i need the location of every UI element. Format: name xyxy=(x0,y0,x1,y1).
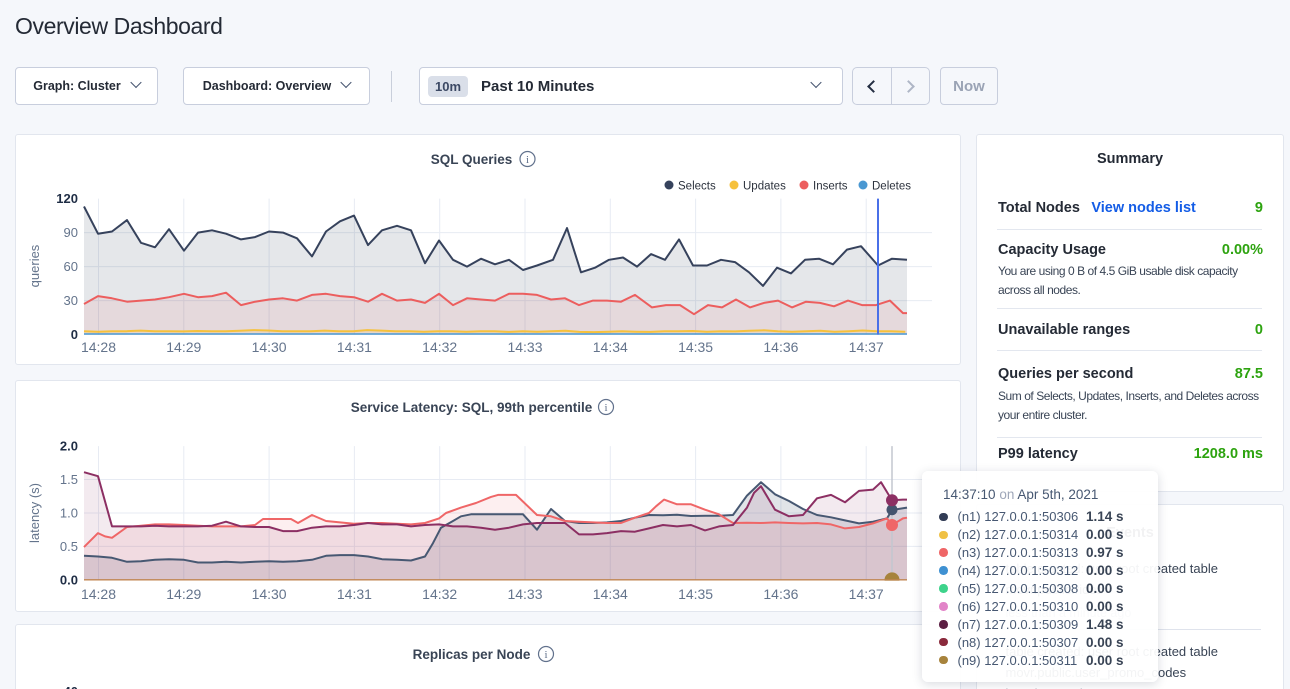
svg-text:60: 60 xyxy=(64,259,78,274)
svg-text:40: 40 xyxy=(64,684,78,689)
svg-text:i: i xyxy=(544,649,547,661)
svg-text:i: i xyxy=(526,154,529,166)
svg-text:14:31: 14:31 xyxy=(337,339,372,355)
svg-text:Replicas per Node: Replicas per Node xyxy=(413,647,531,662)
svg-text:Inserts: Inserts xyxy=(813,181,848,193)
svg-text:Selects: Selects xyxy=(678,181,716,193)
svg-text:0.5: 0.5 xyxy=(60,539,78,554)
svg-text:14:36: 14:36 xyxy=(763,586,798,602)
svg-text:14:36: 14:36 xyxy=(763,339,798,355)
svg-text:SQL Queries: SQL Queries xyxy=(431,152,513,167)
svg-text:queries: queries xyxy=(27,244,42,287)
svg-text:1.0: 1.0 xyxy=(60,506,78,521)
svg-text:14:31: 14:31 xyxy=(337,586,372,602)
svg-text:90: 90 xyxy=(64,225,78,240)
svg-text:14:32: 14:32 xyxy=(422,586,457,602)
svg-text:2.0: 2.0 xyxy=(60,439,78,454)
svg-text:i: i xyxy=(604,402,607,414)
svg-text:14:37: 14:37 xyxy=(849,586,884,602)
svg-text:14:34: 14:34 xyxy=(593,339,628,355)
svg-text:Deletes: Deletes xyxy=(872,181,911,193)
svg-text:latency (s): latency (s) xyxy=(27,483,42,543)
svg-text:14:32: 14:32 xyxy=(422,339,457,355)
svg-text:Service Latency: SQL, 99th per: Service Latency: SQL, 99th percentile xyxy=(351,400,593,415)
svg-text:14:30: 14:30 xyxy=(252,586,287,602)
svg-text:14:34: 14:34 xyxy=(593,586,628,602)
svg-text:1.5: 1.5 xyxy=(60,472,78,487)
svg-text:14:33: 14:33 xyxy=(507,339,542,355)
svg-text:14:29: 14:29 xyxy=(166,339,201,355)
svg-text:14:35: 14:35 xyxy=(678,586,713,602)
svg-text:14:30: 14:30 xyxy=(252,339,287,355)
svg-text:14:29: 14:29 xyxy=(166,586,201,602)
svg-text:Updates: Updates xyxy=(743,181,786,193)
svg-text:14:33: 14:33 xyxy=(507,586,542,602)
svg-text:30: 30 xyxy=(64,293,78,308)
svg-text:14:28: 14:28 xyxy=(81,586,116,602)
svg-text:14:35: 14:35 xyxy=(678,339,713,355)
svg-text:14:28: 14:28 xyxy=(81,339,116,355)
svg-text:0: 0 xyxy=(71,327,78,342)
svg-text:14:37: 14:37 xyxy=(849,339,884,355)
svg-text:120: 120 xyxy=(56,191,78,206)
svg-text:0.0: 0.0 xyxy=(60,572,78,587)
